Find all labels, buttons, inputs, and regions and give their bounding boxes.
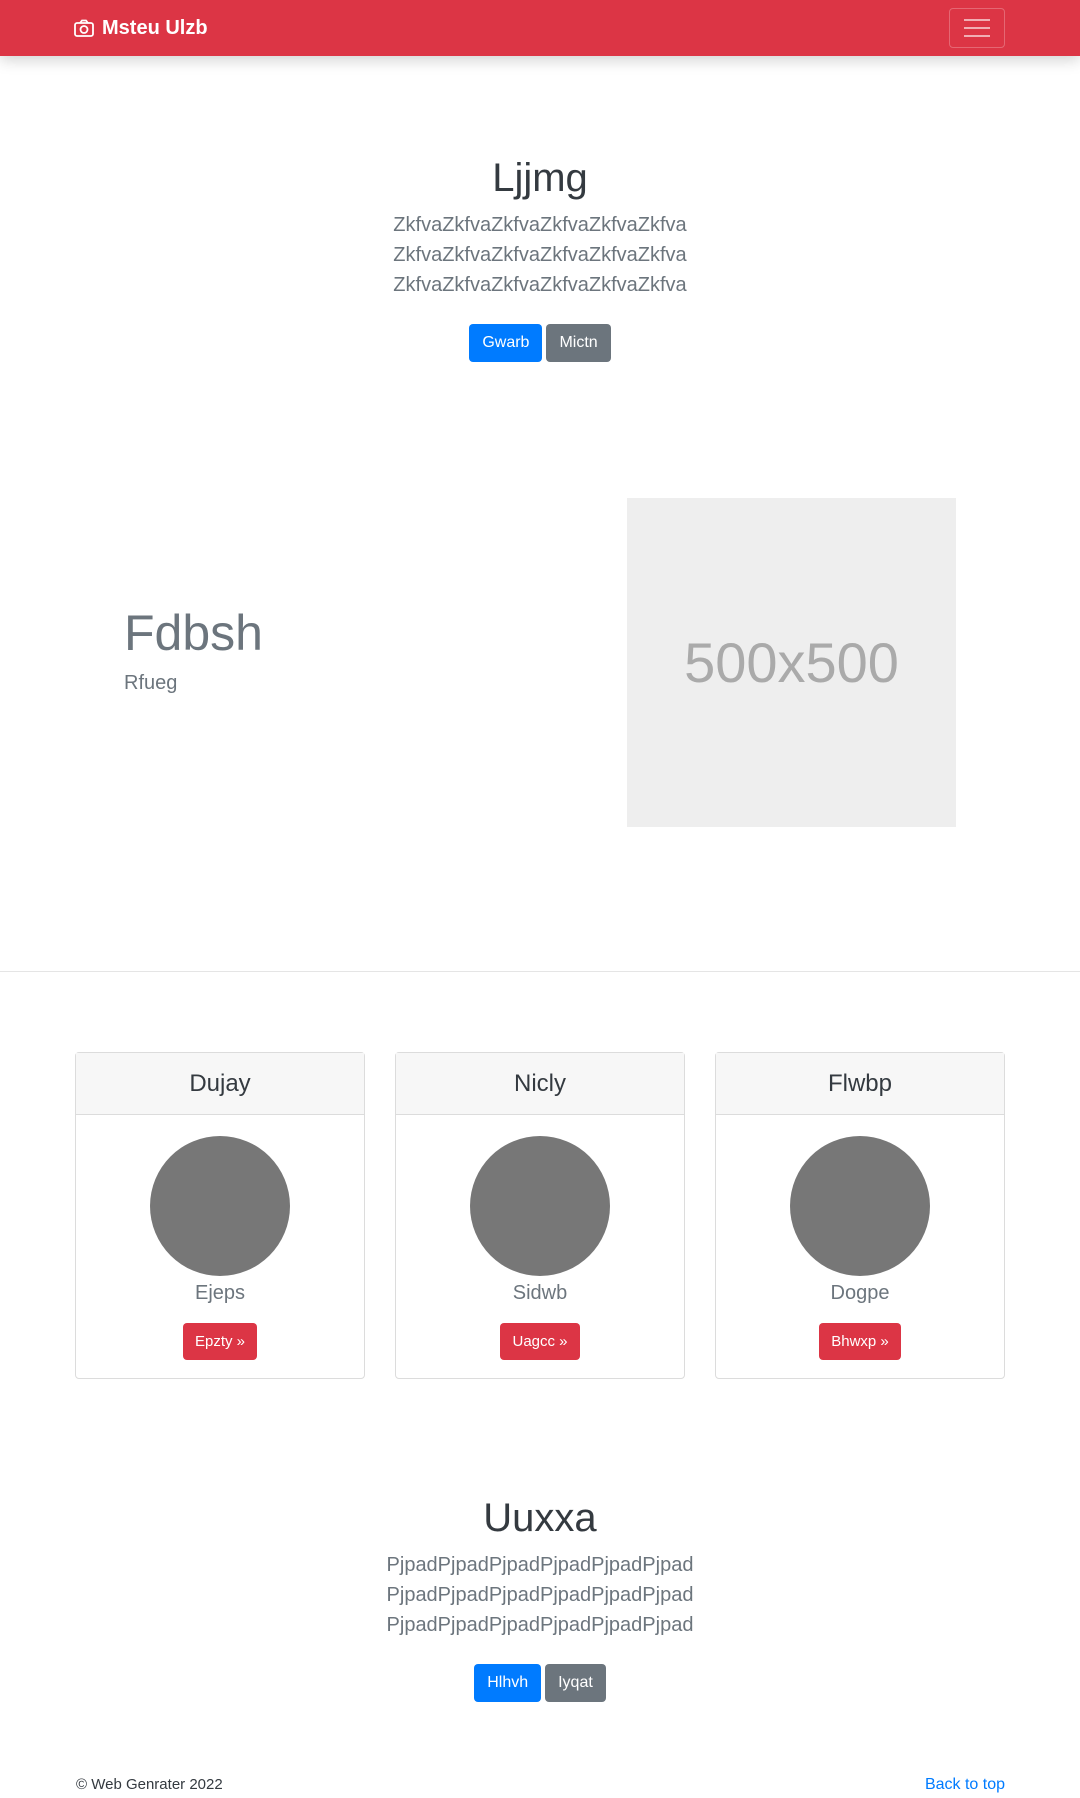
brand-name: Msteu Ulzb (102, 16, 208, 39)
hero-buttons: Gwarb Mictn (0, 324, 1080, 362)
navbar-toggler-button[interactable] (949, 8, 1005, 48)
section-divider (0, 971, 1080, 972)
card-button[interactable]: Uagcc » (500, 1323, 580, 1360)
hero-primary-button[interactable]: Gwarb (469, 324, 543, 362)
hero-section: Ljjmg ZkfvaZkfvaZkfvaZkfvaZkfvaZkfva Zkf… (0, 154, 1080, 362)
avatar (790, 1136, 930, 1276)
card-3: Flwbp Dogpe Bhwxp » (715, 1052, 1005, 1379)
camera-icon (74, 19, 94, 37)
avatar (470, 1136, 610, 1276)
card-header: Dujay (76, 1053, 364, 1115)
hamburger-menu-icon (964, 19, 990, 21)
cta-primary-button[interactable]: Hlhvh (474, 1664, 542, 1702)
feature-subtitle: Rfueg (124, 672, 178, 694)
footer-copyright: © Web Genrater 2022 (76, 1776, 223, 1793)
hero-secondary-button[interactable]: Mictn (546, 324, 611, 362)
feature-title: Fdbsh (124, 605, 263, 661)
hero-title: Ljjmg (492, 156, 588, 200)
card-header: Nicly (396, 1053, 684, 1115)
cta-section: Uuxxa PjpadPjpadPjpadPjpadPjpadPjpad Pjp… (0, 1494, 1080, 1702)
placeholder-image: 500x500 (627, 498, 956, 827)
navbar: Msteu Ulzb (0, 0, 1080, 56)
cta-secondary-button[interactable]: Iyqat (545, 1664, 606, 1702)
back-to-top-link[interactable]: Back to top (925, 1776, 1005, 1794)
cta-buttons: Hlhvh Iyqat (0, 1664, 1080, 1702)
card-1: Dujay Ejeps Epzty » (75, 1052, 365, 1379)
cta-text: PjpadPjpadPjpadPjpadPjpadPjpad PjpadPjpa… (386, 1554, 694, 1636)
navbar-brand[interactable]: Msteu Ulzb (74, 15, 208, 41)
card-button[interactable]: Epzty » (182, 1323, 258, 1360)
card-text: Dogpe (830, 1282, 890, 1304)
card-2: Nicly Sidwb Uagcc » (395, 1052, 685, 1379)
hero-text: ZkfvaZkfvaZkfvaZkfvaZkfvaZkfva ZkfvaZkfv… (393, 214, 687, 296)
card-button[interactable]: Bhwxp » (819, 1323, 901, 1360)
card-text: Ejeps (194, 1282, 246, 1304)
avatar (150, 1136, 290, 1276)
placeholder-image-label: 500x500 (684, 631, 899, 694)
card-text: Sidwb (512, 1282, 568, 1304)
card-header: Flwbp (716, 1053, 1004, 1115)
cta-title: Uuxxa (483, 1496, 597, 1540)
